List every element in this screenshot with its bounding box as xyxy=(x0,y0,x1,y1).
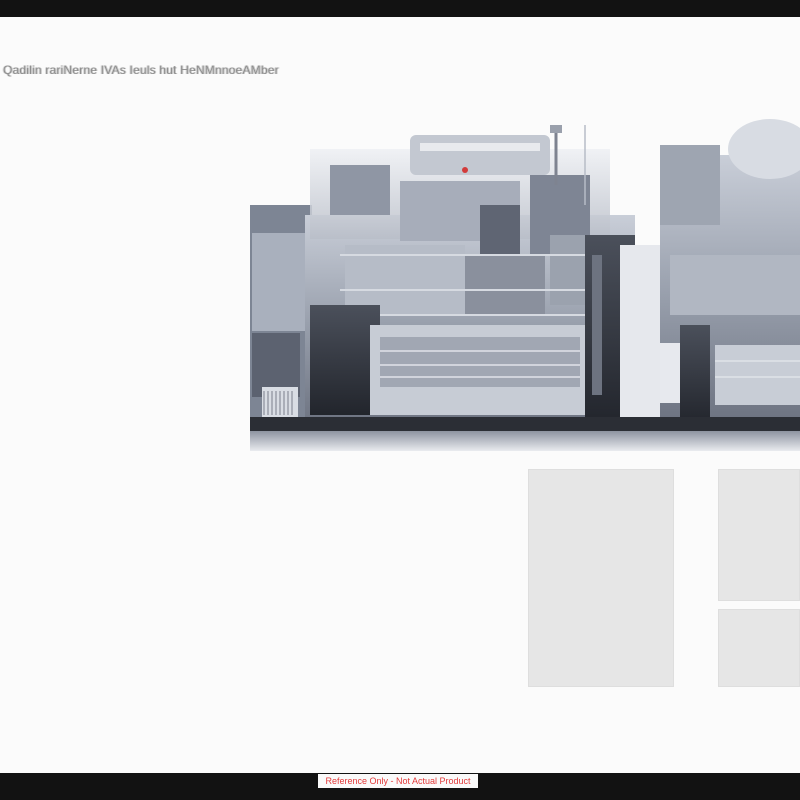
placeholder-panel-large xyxy=(528,469,674,687)
reference-only-notice: Reference Only - Not Actual Product xyxy=(318,774,478,788)
placeholder-panel-small-bottom xyxy=(718,609,800,687)
garbled-caption: Qadilin rariNerne IVAs Ieuls hut HeNMnno… xyxy=(3,63,279,77)
page-canvas: Qadilin rariNerne IVAs Ieuls hut HeNMnno… xyxy=(0,17,800,773)
placeholder-panel-small-top xyxy=(718,469,800,601)
machinery-illustration-icon xyxy=(250,119,800,451)
industrial-machinery-image xyxy=(250,105,800,455)
top-frame-bar xyxy=(0,0,800,17)
